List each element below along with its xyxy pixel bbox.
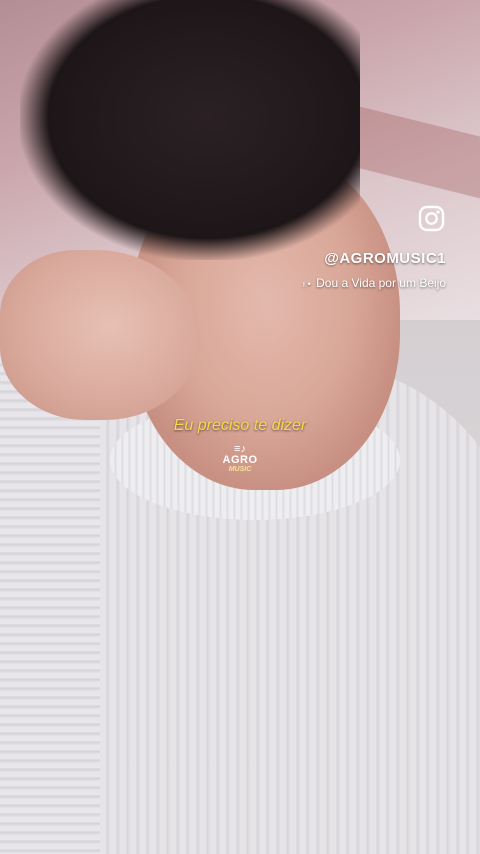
logo-line-1: AGRO	[222, 454, 258, 466]
song-title-line: ı • Dou a Vida por um Beijo	[0, 276, 446, 290]
agro-music-logo: ≡♪ AGRO MUSIC	[220, 444, 260, 482]
logo-line-2: MUSIC	[228, 466, 252, 473]
hair	[20, 0, 360, 260]
video-frame: @AGROMUSIC1 ı • Dou a Vida por um Beijo …	[0, 0, 480, 854]
lyric-caption: Eu preciso te dizer	[173, 417, 307, 434]
song-title: Dou a Vida por um Beijo	[316, 276, 446, 290]
bullet-icon: ı •	[302, 279, 311, 289]
account-handle[interactable]: @AGROMUSIC1	[0, 250, 446, 267]
instagram-icon[interactable]	[418, 205, 445, 232]
